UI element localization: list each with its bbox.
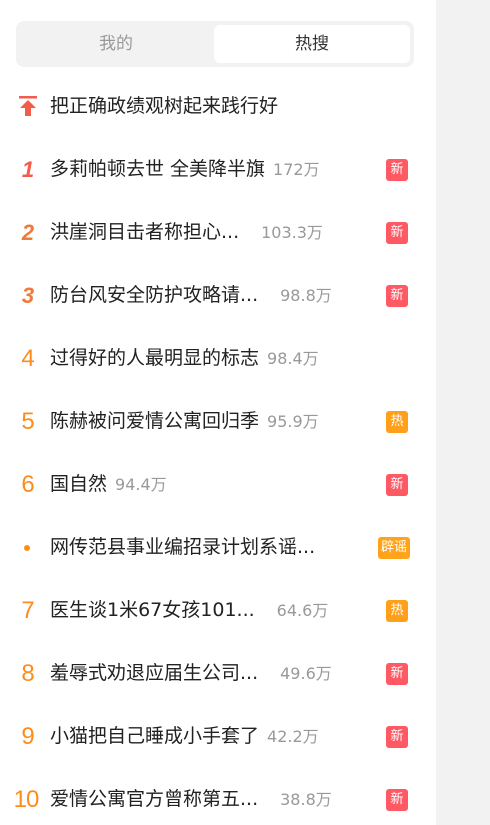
hot-badge: 热 bbox=[386, 600, 408, 622]
list-item-title-line: 网传范县事业编招录计划系谣... bbox=[50, 516, 315, 579]
list-item-title-line: 把正确政绩观树起来践行好 bbox=[50, 75, 278, 138]
rank-number: 9 bbox=[21, 723, 35, 750]
heat-value: 172万 bbox=[273, 160, 320, 179]
list-item[interactable]: 8 羞辱式劝退应届生公司... 49.6万 新 bbox=[0, 642, 436, 705]
heat-value: 95.9万 bbox=[267, 412, 319, 431]
heat-value: 98.8万 bbox=[280, 286, 332, 305]
list-item-title-line: 医生谈1米67女孩101... 64.6万 bbox=[50, 579, 328, 642]
list-item[interactable]: 5 陈赫被问爱情公寓回归季 95.9万 热 bbox=[0, 390, 436, 453]
list-item-title: 过得好的人最明显的标志 bbox=[50, 347, 260, 369]
list-item-title: 国自然 bbox=[50, 473, 108, 495]
right-panel bbox=[436, 0, 490, 825]
list-item-title: 洪崖洞目击者称担心... bbox=[50, 221, 240, 243]
rank-number: 6 bbox=[21, 471, 35, 498]
new-badge: 新 bbox=[386, 222, 408, 244]
heat-value: 38.8万 bbox=[280, 790, 332, 809]
list-item-title: 羞辱式劝退应届生公司... bbox=[50, 662, 259, 684]
heat-value: 64.6万 bbox=[276, 601, 329, 620]
pin-to-top-icon bbox=[19, 96, 37, 116]
list-item[interactable]: 6 国自然 94.4万 新 bbox=[0, 453, 436, 516]
list-item[interactable]: 7 医生谈1米67女孩101... 64.6万 热 bbox=[0, 579, 436, 642]
rank-number: 10 bbox=[13, 786, 40, 813]
list-item-title: 防台风安全防护攻略请... bbox=[50, 284, 259, 306]
list-item-title: 网传范县事业编招录计划系谣... bbox=[50, 536, 316, 558]
list-item[interactable]: 9 小猫把自己睡成小手套了 42.2万 新 bbox=[0, 705, 436, 768]
list-item-title-line: 防台风安全防护攻略请... 98.8万 bbox=[50, 264, 332, 327]
rank-number: 2 bbox=[21, 220, 35, 245]
bullet-dot bbox=[24, 545, 30, 551]
tab-bar: 我的 热搜 bbox=[16, 21, 414, 67]
new-badge: 新 bbox=[386, 726, 408, 748]
list-item-title: 小猫把自己睡成小手套了 bbox=[50, 725, 260, 747]
list-item-title: 把正确政绩观树起来践行好 bbox=[50, 95, 279, 117]
rank-number: 5 bbox=[21, 408, 35, 435]
rank-number: 4 bbox=[21, 345, 35, 372]
list-item-title-line: 小猫把自己睡成小手套了 42.2万 bbox=[50, 705, 319, 768]
heat-value: 49.6万 bbox=[280, 664, 332, 683]
rank-number: 8 bbox=[21, 660, 35, 687]
list-item[interactable]: 1 多莉帕顿去世 全美降半旗 172万 新 bbox=[0, 138, 436, 201]
list-item-title-line: 洪崖洞目击者称担心... 103.3万 bbox=[50, 201, 323, 264]
list-item[interactable]: 2 洪崖洞目击者称担心... 103.3万 新 bbox=[0, 201, 436, 264]
heat-value: 103.3万 bbox=[261, 223, 323, 242]
list-item-title-line: 陈赫被问爱情公寓回归季 95.9万 bbox=[50, 390, 319, 453]
rank-number: 7 bbox=[21, 597, 35, 624]
list-item-title: 多莉帕顿去世 全美降半旗 bbox=[50, 158, 266, 180]
list-item-title-line: 爱情公寓官方曾称第五... 38.8万 bbox=[50, 768, 332, 825]
heat-value: 42.2万 bbox=[267, 727, 319, 746]
list-item-rumor[interactable]: 网传范县事业编招录计划系谣... 辟谣 bbox=[0, 516, 436, 579]
hot-badge: 热 bbox=[386, 411, 408, 433]
new-badge: 新 bbox=[386, 285, 408, 307]
rumor-debunk-badge: 辟谣 bbox=[378, 537, 411, 559]
new-badge: 新 bbox=[386, 663, 408, 685]
new-badge: 新 bbox=[386, 159, 408, 181]
list-item-title-line: 过得好的人最明显的标志 98.4万 bbox=[50, 327, 319, 390]
new-badge: 新 bbox=[386, 789, 408, 811]
heat-value: 94.4万 bbox=[115, 475, 167, 494]
list-item-title-line: 多莉帕顿去世 全美降半旗 172万 bbox=[50, 138, 320, 201]
rank-number: 1 bbox=[21, 157, 35, 182]
list-item-title: 爱情公寓官方曾称第五... bbox=[50, 788, 259, 810]
list-item-title: 陈赫被问爱情公寓回归季 bbox=[50, 410, 260, 432]
list-item-title-line: 羞辱式劝退应届生公司... 49.6万 bbox=[50, 642, 332, 705]
list-item-title-line: 国自然 94.4万 bbox=[50, 453, 167, 516]
rank-number: 3 bbox=[21, 283, 35, 308]
list-item[interactable]: 4 过得好的人最明显的标志 98.4万 bbox=[0, 327, 436, 390]
new-badge: 新 bbox=[386, 474, 408, 496]
list-item[interactable]: 10 爱情公寓官方曾称第五... 38.8万 新 bbox=[0, 768, 436, 825]
list-item-title: 医生谈1米67女孩101... bbox=[50, 599, 255, 621]
tab-hot-search[interactable]: 热搜 bbox=[214, 25, 410, 63]
heat-value: 98.4万 bbox=[267, 349, 319, 368]
list-item[interactable]: 3 防台风安全防护攻略请... 98.8万 新 bbox=[0, 264, 436, 327]
tab-mine[interactable]: 我的 bbox=[20, 25, 212, 63]
list-item-pinned[interactable]: 把正确政绩观树起来践行好 bbox=[0, 75, 436, 138]
